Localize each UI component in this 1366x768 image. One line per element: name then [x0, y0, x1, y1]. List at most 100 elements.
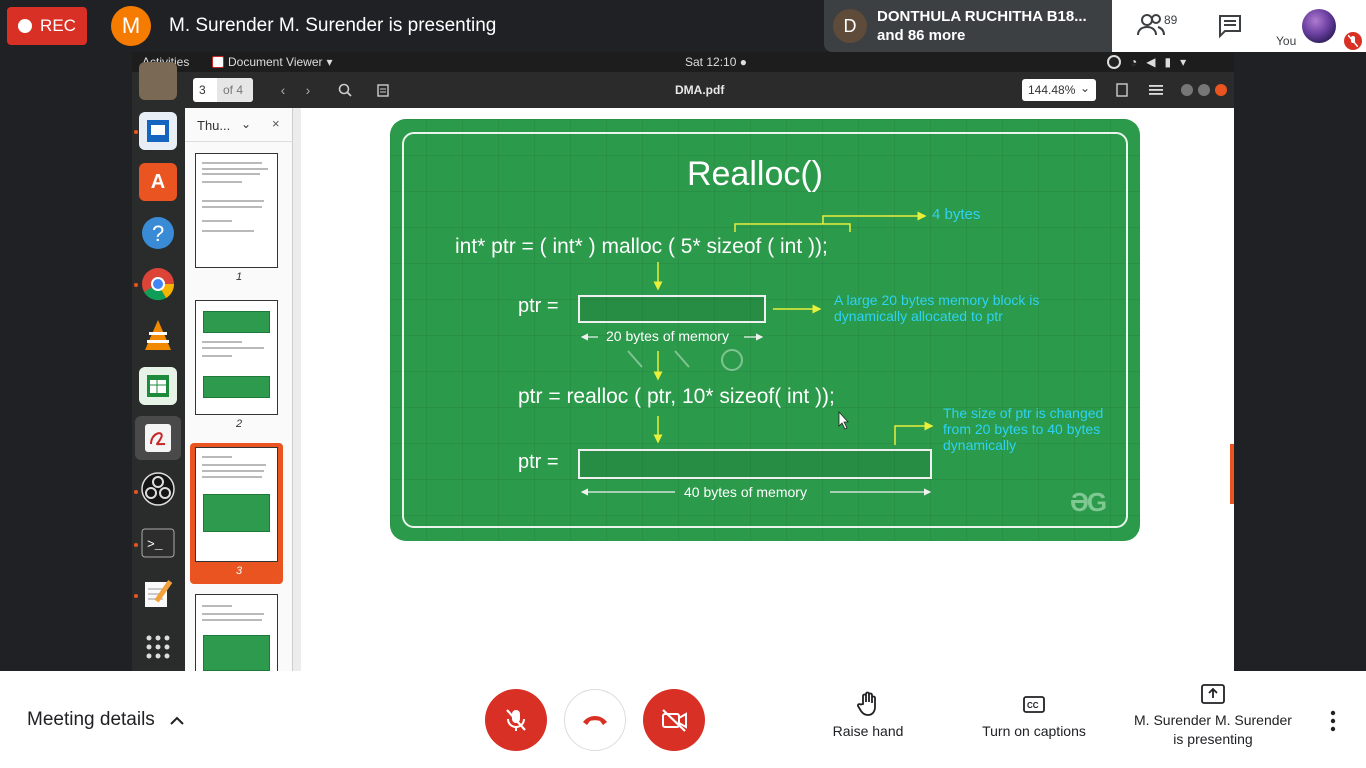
presenter-avatar: M: [111, 6, 151, 46]
chrome-icon[interactable]: [139, 265, 177, 303]
thumb-text-line: [202, 173, 260, 175]
minimize-button[interactable]: [1181, 84, 1193, 96]
clock[interactable]: Sat 12:10 ●: [685, 55, 747, 69]
raise-hand-button[interactable]: Raise hand: [820, 691, 916, 739]
microphone-toggle-button[interactable]: [485, 689, 547, 751]
captions-button[interactable]: CC Turn on captions: [972, 691, 1096, 739]
page-thumbnail-3[interactable]: [195, 447, 278, 562]
leave-call-button[interactable]: [564, 689, 626, 751]
annotations-button[interactable]: [371, 79, 395, 101]
zoom-value: 144.48%: [1028, 83, 1076, 97]
participant-tile[interactable]: D DONTHULA RUCHITHA B18... and 86 more: [824, 0, 1112, 52]
close-sidebar-icon[interactable]: ×: [272, 116, 280, 131]
presenting-line1: M. Surender M. Surender: [1134, 712, 1292, 728]
document-page-area[interactable]: Realloc() int* ptr = ( int* ) malloc ( 5…: [301, 108, 1234, 671]
google-meet-window: REC M M. Surender M. Surender is present…: [0, 0, 1366, 768]
participant-more: and 86 more: [877, 27, 966, 44]
help-icon[interactable]: ?: [139, 214, 177, 252]
clock-text: Sat 12:10: [685, 55, 737, 69]
close-window-button[interactable]: [1215, 84, 1227, 96]
page-total: of 4: [217, 78, 253, 102]
chevron-left-icon: ‹: [280, 82, 286, 98]
thumb-slide: [203, 494, 270, 532]
self-muted-icon: [1344, 32, 1362, 50]
vlc-icon[interactable]: [139, 316, 177, 354]
meeting-details-button[interactable]: Meeting details: [27, 709, 185, 731]
document-viewer-window: 3 of 4 ‹ › DMA.pdf 144.48% ⌄ Thu... ⌄ × …: [185, 72, 1234, 671]
next-page-button[interactable]: ›: [296, 79, 320, 101]
thumb-text-line: [202, 220, 232, 222]
recording-badge: REC: [7, 7, 87, 45]
camera-toggle-button[interactable]: [643, 689, 705, 751]
page-number-entry[interactable]: 3 of 4: [193, 78, 253, 102]
presenter-status: M. Surender M. Surender is presenting: [169, 15, 497, 36]
thumb-slide: [203, 311, 270, 333]
battery-icon: ▮: [1164, 55, 1172, 69]
thumb-text-line: [202, 206, 262, 208]
viewer-headerbar: 3 of 4 ‹ › DMA.pdf 144.48% ⌄: [185, 72, 1234, 108]
running-indicator: [134, 490, 138, 494]
people-button[interactable]: 89: [1136, 10, 1192, 44]
presenting-line2: is presenting: [1173, 731, 1253, 747]
chevron-down-icon: ⌄: [1079, 81, 1090, 95]
thumb-text-line: [202, 355, 232, 357]
system-tray[interactable]: ◔ ◀ ▮ ▾: [1107, 55, 1186, 69]
closed-captions-icon: CC: [1023, 696, 1045, 713]
app-grid-icon[interactable]: [139, 628, 177, 666]
chevron-down-icon[interactable]: ⌄: [241, 117, 251, 131]
search-icon: [338, 83, 352, 97]
sidebar-mode[interactable]: Thu...: [197, 118, 230, 133]
participant-avatar: D: [833, 9, 867, 43]
text-editor-icon[interactable]: [139, 574, 177, 612]
thumbnail-number: 2: [235, 418, 243, 430]
svg-text:CC: CC: [1027, 701, 1039, 710]
page-thumbnail-2[interactable]: [195, 300, 278, 415]
meet-bottom-bar: Meeting details Raise hand CC Turn on ca…: [0, 671, 1366, 768]
software-center-icon[interactable]: A: [139, 163, 177, 201]
obs-icon[interactable]: [139, 470, 177, 508]
scrollbar-indicator[interactable]: [1230, 444, 1234, 504]
ubuntu-dock: A ? >_: [132, 62, 185, 671]
meeting-details-label: Meeting details: [27, 709, 155, 730]
page-thumbnail-4[interactable]: [195, 594, 278, 671]
terminal-icon[interactable]: >_: [139, 524, 177, 562]
document-viewer-small-icon: [212, 56, 224, 68]
app-menu[interactable]: Document Viewer ▾: [212, 55, 333, 69]
rhythmbox-icon[interactable]: [139, 62, 177, 100]
svg-text:>_: >_: [147, 537, 163, 552]
thumb-text-line: [202, 200, 264, 202]
running-indicator: [134, 543, 138, 547]
thumb-text-line: [202, 605, 232, 607]
raise-hand-label: Raise hand: [832, 723, 904, 739]
print-button[interactable]: [1110, 79, 1134, 101]
thumb-text-line: [202, 181, 242, 183]
top-right-controls: 89 You: [1112, 0, 1366, 52]
page-thumbnail-1[interactable]: [195, 153, 278, 268]
zoom-selector[interactable]: 144.48% ⌄: [1022, 79, 1096, 101]
present-screen-icon: [1201, 684, 1225, 704]
libreoffice-impress-icon[interactable]: [139, 112, 177, 150]
previous-page-button[interactable]: ‹: [271, 79, 295, 101]
menu-button[interactable]: [1144, 79, 1168, 101]
hand-icon: [857, 691, 876, 716]
chat-button[interactable]: [1216, 12, 1244, 40]
thumb-text-line: [202, 619, 262, 621]
svg-text:?: ?: [152, 221, 164, 246]
chevron-right-icon: ›: [305, 82, 311, 98]
chat-icon: [1219, 15, 1241, 39]
dropdown-arrow-icon: ▾: [326, 55, 333, 69]
libreoffice-calc-icon[interactable]: [139, 367, 177, 405]
self-avatar[interactable]: [1302, 9, 1336, 43]
thumb-text-line: [202, 470, 264, 472]
document-viewer-icon[interactable]: [135, 416, 181, 460]
tray-menu-icon: ▾: [1180, 55, 1187, 69]
thumb-text-line: [202, 168, 268, 170]
more-options-button[interactable]: [1326, 709, 1340, 733]
hang-up-icon: [583, 716, 607, 725]
hamburger-menu-icon: [1149, 85, 1163, 95]
maximize-button[interactable]: [1198, 84, 1210, 96]
rec-label: REC: [40, 16, 76, 35]
document-icon: [1116, 83, 1128, 97]
search-button[interactable]: [333, 79, 357, 101]
presenting-info-button[interactable]: M. Surender M. Surender is presenting: [1122, 683, 1304, 749]
